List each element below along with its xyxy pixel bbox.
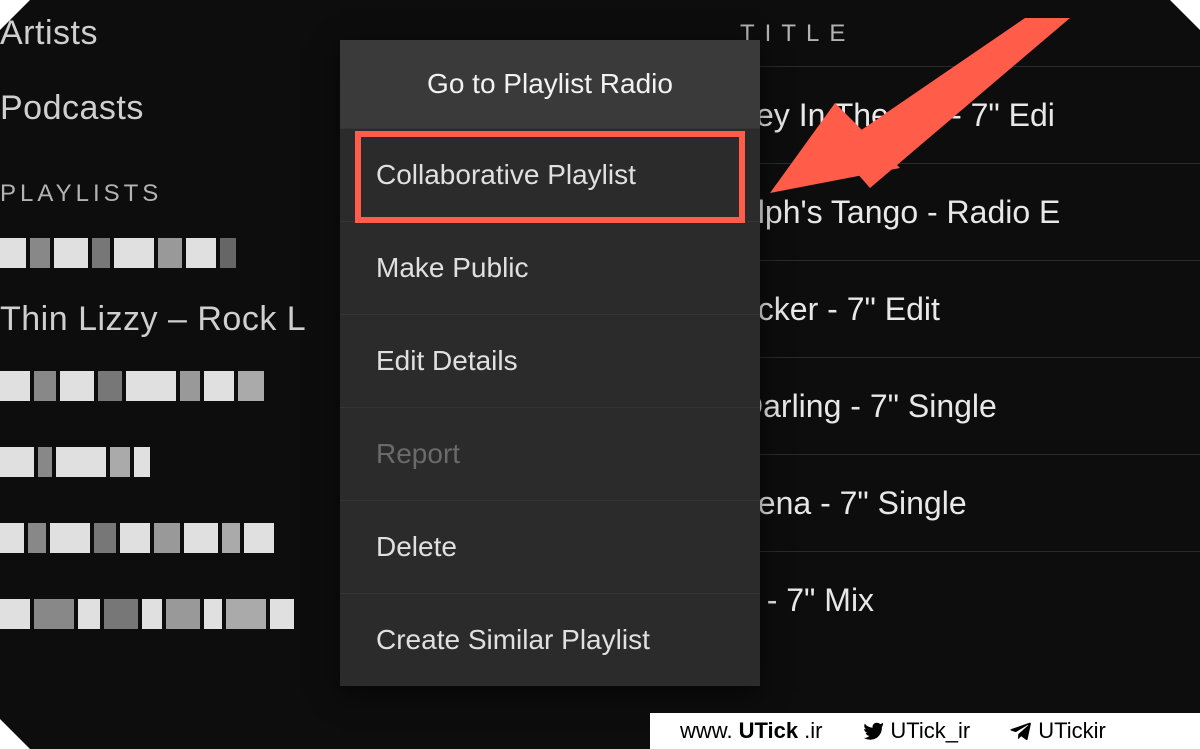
- column-header-title[interactable]: TITLE: [740, 20, 1200, 48]
- watermark-url: www.UTick .ir: [680, 718, 822, 744]
- corner-rounder: [1170, 719, 1200, 749]
- track-title: nena - 7" Single: [740, 485, 967, 522]
- track-title: key In The Jar - 7" Edi: [740, 97, 1055, 134]
- sidebar: Artists Podcasts PLAYLISTS Thin Lizzy – …: [0, 0, 340, 749]
- track-row[interactable]: olph's Tango - Radio E: [740, 163, 1200, 260]
- menu-item-edit-details[interactable]: Edit Details: [340, 314, 760, 407]
- watermark-url-suffix: .ir: [804, 718, 822, 744]
- playlists-heading: PLAYLISTS: [0, 180, 340, 208]
- track-title: olph's Tango - Radio E: [740, 194, 1060, 231]
- menu-item-label: Go to Playlist Radio: [427, 68, 673, 99]
- menu-item-label: Make Public: [376, 252, 529, 283]
- sidebar-item-label: Podcasts: [0, 89, 144, 127]
- menu-item-label: Delete: [376, 531, 457, 562]
- menu-item-make-public[interactable]: Make Public: [340, 221, 760, 314]
- menu-item-label: Create Similar Playlist: [376, 624, 650, 655]
- corner-rounder: [0, 0, 30, 30]
- censored-playlist[interactable]: [0, 371, 340, 401]
- track-row[interactable]: Darling - 7" Single: [740, 357, 1200, 454]
- watermark-url-prefix: www.: [680, 718, 733, 744]
- menu-item-delete[interactable]: Delete: [340, 500, 760, 593]
- watermark-bar: www.UTick .ir UTick_ir UTickir: [650, 713, 1200, 749]
- watermark-twitter-handle: UTick_ir: [890, 718, 970, 744]
- censored-playlist[interactable]: [0, 447, 340, 477]
- track-title: Darling - 7" Single: [740, 388, 997, 425]
- sidebar-item-label: Thin Lizzy – Rock L: [0, 300, 306, 338]
- playlist-context-menu: Go to Playlist Radio Collaborative Playl…: [340, 40, 760, 686]
- menu-item-label: Collaborative Playlist: [376, 159, 636, 190]
- track-row[interactable]: e - 7" Mix: [740, 551, 1200, 648]
- menu-item-create-similar-playlist[interactable]: Create Similar Playlist: [340, 593, 760, 686]
- twitter-icon: [862, 720, 884, 742]
- track-row[interactable]: key In The Jar - 7" Edi: [740, 66, 1200, 163]
- watermark-telegram-handle: UTickir: [1038, 718, 1106, 744]
- track-title: e - 7" Mix: [740, 582, 874, 619]
- menu-item-collaborative-playlist[interactable]: Collaborative Playlist: [340, 128, 760, 221]
- menu-item-report: Report: [340, 407, 760, 500]
- watermark-telegram: UTickir: [1010, 718, 1106, 744]
- watermark-twitter: UTick_ir: [862, 718, 970, 744]
- track-row[interactable]: ocker - 7" Edit: [740, 260, 1200, 357]
- sidebar-item-artists[interactable]: Artists: [0, 6, 340, 61]
- censored-playlist[interactable]: [0, 523, 340, 553]
- watermark-url-main: UTick: [739, 718, 799, 744]
- menu-item-label: Edit Details: [376, 345, 518, 376]
- menu-item-go-to-playlist-radio[interactable]: Go to Playlist Radio: [340, 40, 760, 128]
- censored-playlist[interactable]: [0, 238, 340, 268]
- track-row[interactable]: nena - 7" Single: [740, 454, 1200, 551]
- telegram-icon: [1010, 720, 1032, 742]
- corner-rounder: [0, 719, 30, 749]
- tracklist: TITLE key In The Jar - 7" Edi olph's Tan…: [740, 0, 1200, 749]
- sidebar-playlist-thin-lizzy[interactable]: Thin Lizzy – Rock L: [0, 292, 340, 347]
- corner-rounder: [1170, 0, 1200, 30]
- menu-item-label: Report: [376, 438, 460, 469]
- sidebar-item-podcasts[interactable]: Podcasts: [0, 81, 340, 136]
- censored-playlist[interactable]: [0, 599, 340, 629]
- track-title: ocker - 7" Edit: [740, 291, 940, 328]
